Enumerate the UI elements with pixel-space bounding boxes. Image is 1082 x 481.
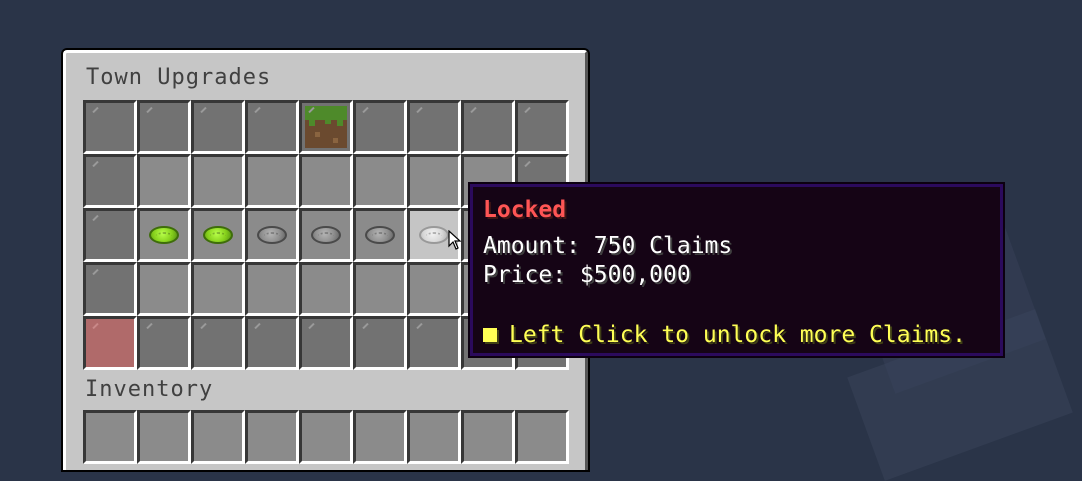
filler-slot[interactable] <box>137 100 191 154</box>
inventory-slot[interactable] <box>353 410 407 464</box>
empty-slot[interactable] <box>137 154 191 208</box>
empty-slot[interactable] <box>407 154 461 208</box>
inventory-slot[interactable] <box>137 410 191 464</box>
filler-slot[interactable] <box>83 100 137 154</box>
inventory-slot[interactable] <box>299 410 353 464</box>
claim-upgrade-slot-unlocked[interactable] <box>191 208 245 262</box>
claim-upgrade-slot-locked[interactable] <box>353 208 407 262</box>
filler-slot[interactable] <box>83 208 137 262</box>
empty-slot[interactable] <box>191 154 245 208</box>
back-button-slot[interactable] <box>83 316 137 370</box>
filler-slot[interactable] <box>461 100 515 154</box>
filler-slot[interactable] <box>245 100 299 154</box>
empty-slot[interactable] <box>245 154 299 208</box>
filler-slot[interactable] <box>83 262 137 316</box>
grass-block-icon <box>305 106 347 148</box>
tooltip-price: Price: $500,000 <box>483 262 691 288</box>
filler-slot[interactable] <box>299 316 353 370</box>
town-info-slot[interactable] <box>299 100 353 154</box>
gray-disc-icon <box>311 226 341 244</box>
empty-slot[interactable] <box>407 262 461 316</box>
tooltip-hint: Left Click to unlock more Claims. <box>483 320 966 350</box>
inventory-grid <box>83 410 569 464</box>
empty-slot[interactable] <box>299 262 353 316</box>
light-gray-disc-icon <box>419 226 449 244</box>
tooltip-hint-text: Left Click to unlock more Claims. <box>509 322 966 348</box>
empty-slot[interactable] <box>191 262 245 316</box>
inventory-title: Inventory <box>85 377 214 402</box>
filler-slot[interactable] <box>515 100 569 154</box>
tooltip-title: Locked <box>483 197 567 223</box>
claim-upgrade-slot-unlocked[interactable] <box>137 208 191 262</box>
inventory-slot[interactable] <box>407 410 461 464</box>
mouse-cursor-icon <box>448 230 462 250</box>
item-tooltip: Locked Amount: 750 Claims Price: $500,00… <box>468 182 1005 358</box>
filler-slot[interactable] <box>407 316 461 370</box>
filler-slot[interactable] <box>191 100 245 154</box>
filler-slot[interactable] <box>191 316 245 370</box>
lime-disc-icon <box>203 226 233 244</box>
inventory-slot[interactable] <box>245 410 299 464</box>
empty-slot[interactable] <box>353 154 407 208</box>
inventory-slot[interactable] <box>83 410 137 464</box>
tooltip-amount: Amount: 750 Claims <box>483 233 733 259</box>
gray-disc-icon <box>257 226 287 244</box>
empty-slot[interactable] <box>353 262 407 316</box>
filler-slot[interactable] <box>245 316 299 370</box>
filler-slot[interactable] <box>83 154 137 208</box>
lime-disc-icon <box>149 226 179 244</box>
claim-upgrade-slot-locked[interactable] <box>299 208 353 262</box>
inventory-slot[interactable] <box>191 410 245 464</box>
inventory-slot[interactable] <box>515 410 569 464</box>
gray-disc-icon <box>365 226 395 244</box>
inventory-slot[interactable] <box>461 410 515 464</box>
empty-slot[interactable] <box>245 262 299 316</box>
filler-slot[interactable] <box>353 316 407 370</box>
filler-slot[interactable] <box>407 100 461 154</box>
bullet-icon <box>483 328 497 342</box>
claim-upgrade-slot-locked[interactable] <box>245 208 299 262</box>
filler-slot[interactable] <box>353 100 407 154</box>
empty-slot[interactable] <box>299 154 353 208</box>
container-title: Town Upgrades <box>86 65 272 90</box>
filler-slot[interactable] <box>137 316 191 370</box>
empty-slot[interactable] <box>137 262 191 316</box>
